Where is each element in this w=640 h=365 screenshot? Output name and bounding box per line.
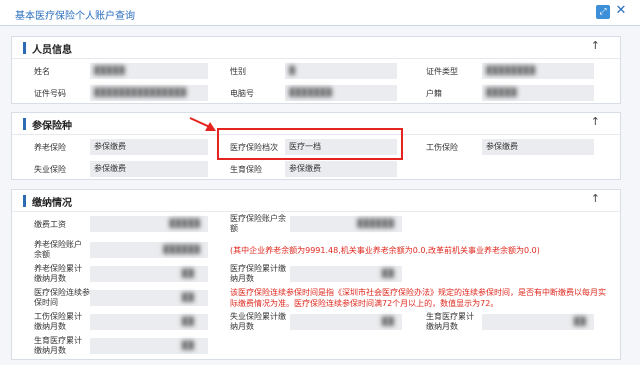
panel-header: 缴纳情况 ↑ <box>12 190 620 212</box>
unemployment-months-label: 失业保险累计缴纳月数 <box>230 312 286 331</box>
med-balance-value: ██████ <box>290 216 402 232</box>
pension-months-value: ██ <box>90 266 208 282</box>
maternity-months2-value: ██ <box>90 338 208 354</box>
maternity-months2-label: 生育医疗累计缴纳月数 <box>34 336 82 355</box>
injury-months-label: 工伤保险累计缴纳月数 <box>34 312 82 331</box>
wage-value: █████ <box>90 216 208 232</box>
collapse-icon[interactable]: ↑ <box>591 192 600 205</box>
pension-balance-note: (其中企业养老余额为9991.48,机关事业养老余额为0.0,改革前机关事业养老… <box>230 246 540 255</box>
pension-balance-value: ██████ <box>90 242 208 258</box>
med-balance-label: 医疗保险账户余额 <box>230 214 286 233</box>
maternity-months-label: 生育医疗累计缴纳月数 <box>426 312 474 331</box>
panel-accent-bar <box>23 195 26 207</box>
panel-title: 缴纳情况 <box>32 198 72 209</box>
maternity-months-value: ██ <box>482 314 594 330</box>
med-continuous-note: 该医疗保险连续参保时间是指《深圳市社会医疗保险办法》规定的连续参保时间，是否有中… <box>230 288 606 308</box>
med-continuous-label: 医疗保险连续参保时间 <box>34 288 90 307</box>
pension-balance-label: 养老保险账户余额 <box>34 240 82 259</box>
wage-label: 缴费工资 <box>34 220 66 229</box>
injury-months-value: ██ <box>90 314 208 330</box>
med-continuous-value: ██ <box>90 290 208 306</box>
pension-months-label: 养老保险累计缴纳月数 <box>34 264 82 283</box>
med-months-label: 医疗保险累计缴纳月数 <box>230 264 286 283</box>
med-months-value: ██ <box>290 266 402 282</box>
unemployment-months-value: ██ <box>290 314 402 330</box>
